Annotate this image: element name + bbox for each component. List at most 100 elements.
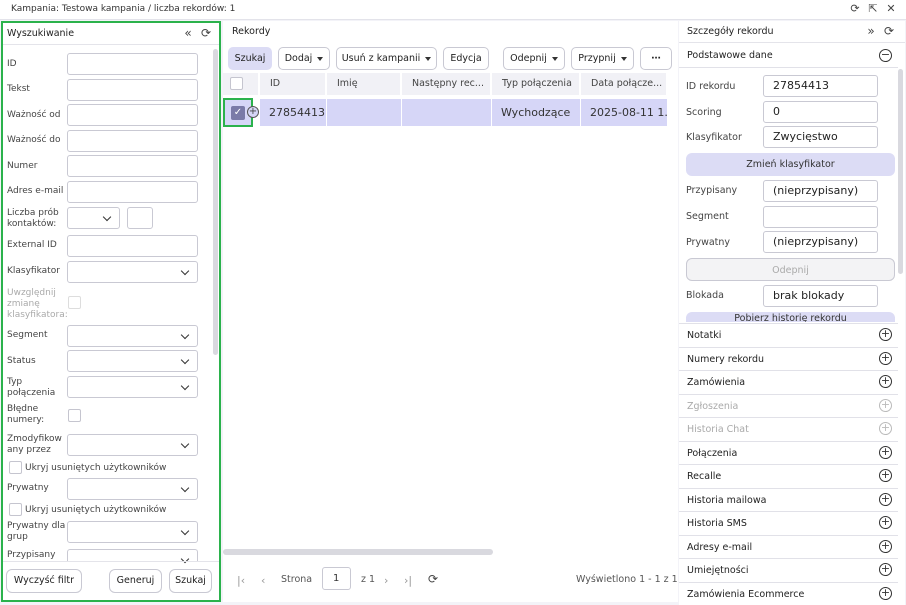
popout-icon[interactable]: ⇱	[866, 2, 880, 16]
segment-select[interactable]	[67, 325, 198, 347]
section-historia-mailowa[interactable]: Historia mailowa +	[679, 487, 898, 511]
prev-page-icon[interactable]: ‹	[261, 574, 265, 587]
refresh-details-icon[interactable]: ⟳	[882, 24, 896, 38]
last-page-icon[interactable]: ›|	[404, 574, 412, 587]
expand-section-icon[interactable]: +	[879, 563, 892, 576]
ukryj-usunietych-checkbox-2[interactable]	[9, 503, 22, 516]
search-panel-header: Wyszukiwanie « ⟳	[3, 23, 219, 45]
blokada-field[interactable]: brak blokady	[763, 285, 878, 307]
edycja-button[interactable]: Edycja	[443, 47, 489, 70]
expand-section-icon[interactable]: +	[879, 375, 892, 388]
expand-section-icon[interactable]: +	[879, 398, 892, 412]
column-header-nastepny[interactable]: Następny rec...	[402, 73, 491, 95]
search-scrollbar[interactable]	[213, 49, 218, 355]
klasyfikator-select[interactable]	[67, 261, 198, 283]
id-rekordu-field[interactable]: 27854413	[763, 75, 878, 97]
bledne-numery-checkbox[interactable]	[68, 409, 81, 422]
label-prywatny-grup: Prywatny dla grup	[7, 521, 66, 542]
collapse-left-icon[interactable]: «	[181, 26, 195, 40]
first-page-icon[interactable]: |‹	[237, 574, 245, 587]
section-umiejętności[interactable]: Umiejętności +	[679, 558, 898, 582]
prywatny-grup-select[interactable]	[67, 521, 198, 543]
liczba-prob-operator-select[interactable]	[67, 207, 120, 229]
waznosc-do-input[interactable]	[67, 130, 198, 152]
window-title: Kampania: Testowa kampania / liczba reko…	[11, 4, 236, 14]
tekst-input[interactable]	[67, 79, 198, 101]
label-ukryj-1: Ukryj usuniętych użytkowników	[25, 463, 167, 473]
expand-row-icon[interactable]: +	[247, 106, 259, 118]
clear-filter-button[interactable]: Wyczyść filtr	[6, 569, 82, 593]
przypisany-field[interactable]: (nieprzypisany)	[763, 180, 878, 202]
expand-section-icon[interactable]: +	[879, 445, 892, 459]
section-zamówienia-ecommerce[interactable]: Zamówienia Ecommerce +	[679, 581, 898, 605]
expand-section-icon[interactable]: +	[879, 516, 892, 529]
collapse-right-icon[interactable]: »	[864, 24, 878, 38]
section-numery-rekordu[interactable]: Numery rekordu +	[679, 346, 898, 370]
email-input[interactable]	[67, 181, 198, 203]
cell-imie	[327, 99, 401, 126]
row-checkbox-checked[interactable]: ✓	[231, 106, 245, 120]
column-header-id[interactable]: ID	[260, 73, 326, 95]
scoring-field[interactable]: 0	[763, 101, 878, 123]
przypisany-select[interactable]	[67, 549, 198, 561]
collapse-section-icon[interactable]: −	[879, 49, 892, 62]
external-id-input[interactable]	[67, 235, 198, 257]
section-zamówienia[interactable]: Zamówienia +	[679, 370, 898, 394]
details-scrollbar[interactable]	[898, 69, 903, 274]
header-select-all	[223, 73, 259, 95]
expand-section-icon[interactable]: +	[879, 586, 892, 600]
section-zgłoszenia[interactable]: Zgłoszenia +	[679, 393, 898, 417]
refresh-grid-icon[interactable]: ⟳	[428, 572, 438, 586]
section-notatki[interactable]: Notatki +	[679, 323, 898, 347]
section-podstawowe-dane[interactable]: Podstawowe dane −	[679, 44, 898, 68]
refresh-icon[interactable]: ⟳	[848, 2, 862, 16]
label-external-id: External ID	[7, 240, 57, 250]
expand-section-icon[interactable]: +	[879, 469, 892, 482]
expand-section-icon[interactable]: +	[879, 539, 892, 553]
section-historia-chat[interactable]: Historia Chat +	[679, 417, 898, 441]
grid-horizontal-scrollbar[interactable]	[223, 549, 493, 555]
section-recalle[interactable]: Recalle +	[679, 464, 898, 488]
odepnij-button[interactable]: Odepnij	[686, 258, 895, 281]
liczba-prob-input[interactable]	[127, 207, 153, 229]
more-button[interactable]: ⋯	[640, 47, 672, 70]
dodaj-dropdown[interactable]: Dodaj	[278, 47, 330, 70]
next-page-icon[interactable]: ›	[384, 574, 388, 587]
page-number-input[interactable]: 1	[322, 567, 351, 590]
status-select[interactable]	[67, 350, 198, 372]
zmien-klasyfikator-button[interactable]: Zmień klasyfikator	[686, 153, 895, 176]
uwzglednij-checkbox[interactable]	[68, 296, 81, 309]
column-header-typ[interactable]: Typ połączenia	[492, 73, 580, 95]
przypnij-dropdown[interactable]: Przypnij	[571, 47, 634, 70]
section-adresy-e-mail[interactable]: Adresy e-mail +	[679, 534, 898, 558]
expand-section-icon[interactable]: +	[879, 328, 892, 341]
select-all-checkbox[interactable]	[230, 77, 243, 90]
expand-section-icon[interactable]: +	[879, 351, 892, 365]
ukryj-usunietych-checkbox-1[interactable]	[9, 461, 22, 474]
close-icon[interactable]: ✕	[884, 2, 898, 16]
szukaj-button[interactable]: Szukaj	[228, 47, 272, 70]
search-button[interactable]: Szukaj	[169, 569, 212, 593]
prywatny-select[interactable]	[67, 478, 198, 500]
id-input[interactable]	[67, 53, 198, 75]
prywatny-field[interactable]: (nieprzypisany)	[763, 231, 878, 253]
zmodyfikowany-select[interactable]	[67, 434, 198, 456]
klasyfikator-field[interactable]: Zwycięstwo	[763, 126, 878, 148]
label-klasyfikator: Klasyfikator	[7, 266, 60, 276]
expand-section-icon[interactable]: +	[879, 492, 892, 506]
numer-input[interactable]	[67, 155, 198, 177]
section-historia-sms[interactable]: Historia SMS +	[679, 511, 898, 535]
column-header-data[interactable]: Data połącze...	[581, 73, 667, 95]
section-połączenia[interactable]: Połączenia +	[679, 440, 898, 464]
segment-field[interactable]	[763, 206, 878, 228]
generate-button[interactable]: Generuj	[109, 569, 162, 593]
pobierz-historie-button[interactable]: Pobierz historię rekordu	[686, 312, 895, 322]
column-header-imie[interactable]: Imię	[327, 73, 401, 95]
label-id: ID	[7, 59, 17, 69]
typ-polaczenia-select[interactable]	[67, 376, 198, 398]
expand-section-icon[interactable]: +	[879, 422, 892, 435]
odepnij-dropdown[interactable]: Odepnij	[503, 47, 565, 70]
waznosc-od-input[interactable]	[67, 104, 198, 126]
refresh-search-icon[interactable]: ⟳	[199, 26, 213, 40]
usun-dropdown[interactable]: Usuń z kampanii	[336, 47, 437, 70]
